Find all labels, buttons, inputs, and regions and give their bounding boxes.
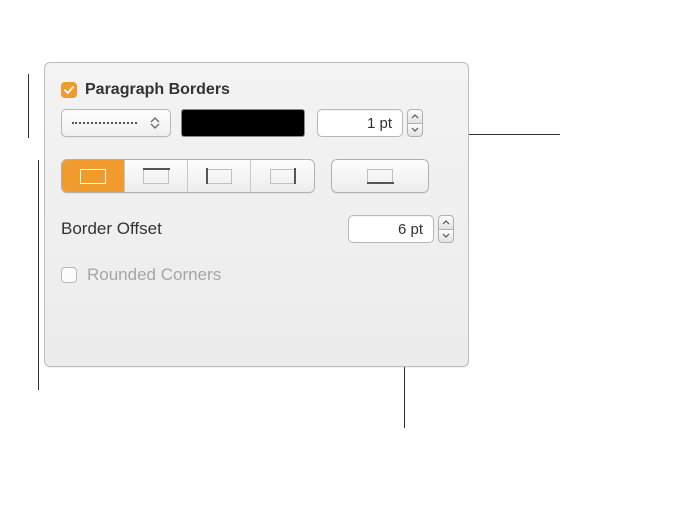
border-pos-left[interactable]	[188, 160, 251, 192]
border-color-well[interactable]	[181, 109, 305, 137]
line-weight-step-down[interactable]	[407, 124, 423, 138]
line-style-dropdown[interactable]	[61, 109, 171, 137]
border-offset-row: Border Offset 6 pt	[61, 215, 454, 243]
weight-group: 1 pt	[317, 109, 423, 137]
border-pos-right[interactable]	[251, 160, 314, 192]
border-offset-label: Border Offset	[61, 219, 346, 239]
border-offset-field[interactable]: 6 pt	[348, 215, 434, 243]
border-position-row	[61, 159, 454, 193]
rounded-corners-label: Rounded Corners	[87, 265, 221, 285]
section-title: Paragraph Borders	[85, 81, 230, 99]
line-weight-field[interactable]: 1 pt	[317, 109, 403, 137]
paragraph-borders-panel: Paragraph Borders 1 pt	[44, 62, 469, 367]
border-offset-stepper	[438, 215, 454, 243]
chevron-updown-icon	[146, 117, 164, 129]
rounded-corners-row: Rounded Corners	[61, 265, 454, 285]
paragraph-borders-checkbox[interactable]	[61, 82, 77, 98]
border-pos-all[interactable]	[62, 160, 125, 192]
callout-line-3	[460, 134, 560, 135]
border-pos-top[interactable]	[125, 160, 188, 192]
line-weight-stepper	[407, 109, 423, 137]
border-position-segmented	[61, 159, 315, 193]
callout-line-1	[28, 74, 29, 138]
line-weight-step-up[interactable]	[407, 109, 423, 124]
line-style-row: 1 pt	[61, 109, 454, 137]
dotted-line-icon	[72, 122, 137, 124]
border-offset-step-down[interactable]	[438, 230, 454, 244]
callout-line-2	[38, 160, 39, 390]
rounded-corners-checkbox[interactable]	[61, 267, 77, 283]
offset-group: 6 pt	[348, 215, 454, 243]
border-position-bottom-segmented	[331, 159, 429, 193]
border-pos-bottom[interactable]	[332, 160, 428, 192]
section-header-row: Paragraph Borders	[61, 81, 454, 99]
border-offset-step-up[interactable]	[438, 215, 454, 230]
